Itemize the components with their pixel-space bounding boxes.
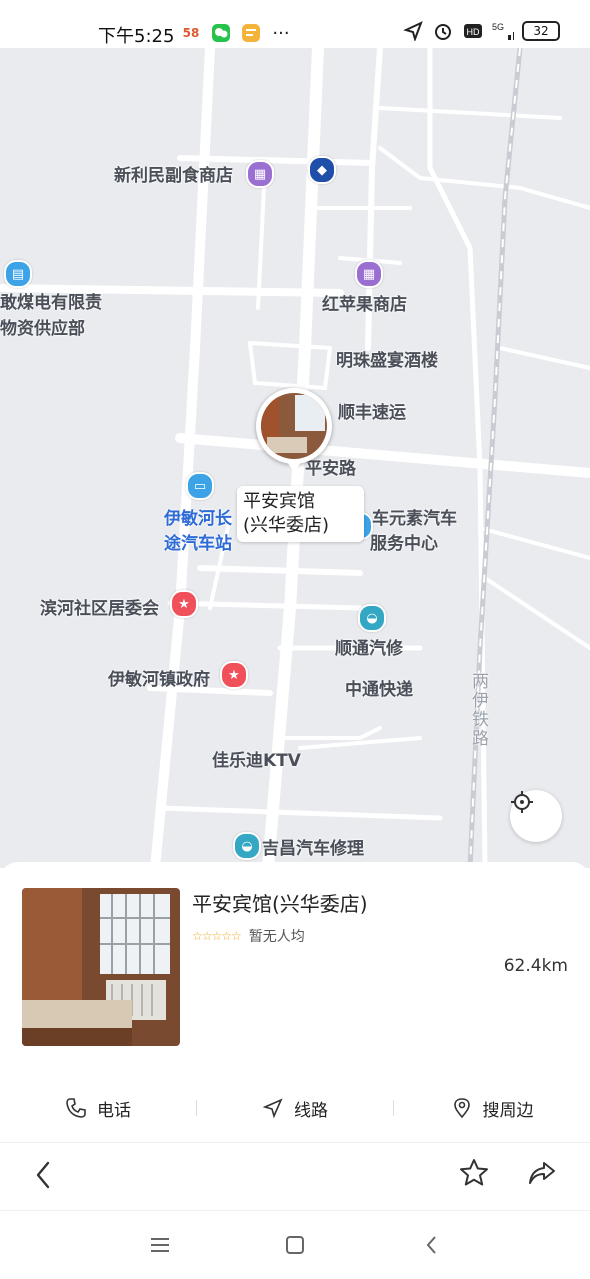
- map-label-company-line2[interactable]: 物资供应部: [0, 314, 85, 339]
- marker-label[interactable]: 平安宾馆 (兴华委店): [237, 486, 364, 542]
- map-label-shop2[interactable]: 红苹果商店: [322, 290, 407, 315]
- locate-button[interactable]: [510, 790, 562, 842]
- map-label-shop1[interactable]: 新利民副食商店: [114, 161, 233, 186]
- map-label-bus-line2[interactable]: 途汽车站: [164, 529, 232, 554]
- nearby-button[interactable]: 搜周边: [394, 1096, 590, 1121]
- system-nav-bar: [0, 1210, 590, 1279]
- distance: 62.4km: [503, 956, 568, 976]
- marker-pointer: [287, 462, 301, 472]
- route-label: 线路: [294, 1100, 328, 1121]
- gov-star-icon[interactable]: ★: [220, 661, 248, 689]
- nearby-label: 搜周边: [482, 1100, 534, 1121]
- map-label-gov[interactable]: 伊敏河镇政府: [108, 665, 210, 690]
- back-chevron-icon[interactable]: [420, 1233, 444, 1257]
- map-view[interactable]: ▦ 新利民副食商店 ◆ ▤ 敢煤电有限责 物资供应部 ▦ 红苹果商店 明珠盛宴酒…: [0, 48, 590, 868]
- marker-label-line2: (兴华委店): [243, 515, 330, 536]
- shop-icon[interactable]: ▦: [246, 160, 274, 188]
- bottom-toolbar: [0, 1142, 590, 1209]
- phone-label: 电话: [97, 1100, 131, 1121]
- car-icon[interactable]: ◒: [233, 832, 261, 860]
- battery-indicator: 32: [522, 21, 560, 41]
- crosshair-icon: [511, 791, 533, 813]
- selected-place-marker[interactable]: [256, 388, 332, 464]
- map-label-ktv[interactable]: 佳乐迪KTV: [212, 746, 301, 771]
- location-arrow-icon: [402, 20, 424, 42]
- map-label-community[interactable]: 滨河社区居委会: [40, 594, 159, 619]
- car-icon[interactable]: ◒: [358, 604, 386, 632]
- map-label-car-line1[interactable]: 车元素汽车: [372, 504, 457, 529]
- shop-icon[interactable]: ▦: [355, 260, 383, 288]
- action-bar: 电话 线路 搜周边: [0, 1088, 590, 1128]
- wechat-icon: [210, 22, 232, 44]
- phone-icon: [66, 1098, 86, 1118]
- gov-star-icon[interactable]: ★: [170, 590, 198, 618]
- rating-stars: ☆☆☆☆☆: [192, 929, 242, 943]
- status-bar: 下午5:25 58 ··· HD 5G 32: [0, 0, 590, 48]
- 5g-signal-icon: 5G: [492, 20, 514, 42]
- marker-photo: [261, 393, 327, 459]
- marker-label-line1: 平安宾馆: [243, 491, 315, 512]
- map-label-company-line1[interactable]: 敢煤电有限责: [0, 288, 102, 313]
- place-photo[interactable]: [22, 888, 180, 1046]
- location-pin-icon: [453, 1098, 470, 1119]
- 58-app-icon: 58: [182, 26, 200, 40]
- note-app-icon: [240, 22, 262, 44]
- map-label-railway: 两伊铁路: [468, 672, 488, 748]
- hd-icon: HD: [462, 20, 484, 42]
- svg-text:5G: 5G: [492, 22, 504, 32]
- map-label-express1[interactable]: 顺丰速运: [338, 398, 406, 423]
- navigation-arrow-icon: [262, 1098, 283, 1119]
- alarm-icon: [432, 20, 454, 42]
- place-title: 平安宾馆(兴华委店): [192, 892, 368, 916]
- bank-icon[interactable]: ◆: [308, 156, 336, 184]
- back-icon[interactable]: [30, 1159, 58, 1191]
- home-square-icon[interactable]: [283, 1233, 307, 1257]
- map-label-car-repair2[interactable]: 吉昌汽车修理: [262, 834, 364, 859]
- svg-text:HD: HD: [467, 27, 480, 37]
- more-dots-icon: ···: [272, 22, 290, 44]
- favorite-star-icon[interactable]: [458, 1157, 490, 1189]
- route-button[interactable]: 线路: [197, 1096, 393, 1121]
- share-icon[interactable]: [526, 1157, 558, 1189]
- map-label-restaurant[interactable]: 明珠盛宴酒楼: [336, 346, 438, 371]
- building-icon[interactable]: ▤: [4, 260, 32, 288]
- map-label-express2[interactable]: 中通快递: [345, 675, 413, 700]
- status-time: 下午5:25: [98, 26, 175, 47]
- map-label-car-line2[interactable]: 服务中心: [370, 529, 438, 554]
- menu-icon[interactable]: [148, 1233, 172, 1257]
- map-label-car-repair1[interactable]: 顺通汽修: [335, 634, 403, 659]
- rating: ☆☆☆☆☆ 暂无人均: [192, 926, 305, 946]
- map-label-bus-line1[interactable]: 伊敏河长: [164, 504, 232, 529]
- bus-icon[interactable]: ▭: [186, 472, 214, 500]
- rating-text: 暂无人均: [248, 929, 305, 945]
- phone-button[interactable]: 电话: [0, 1096, 196, 1121]
